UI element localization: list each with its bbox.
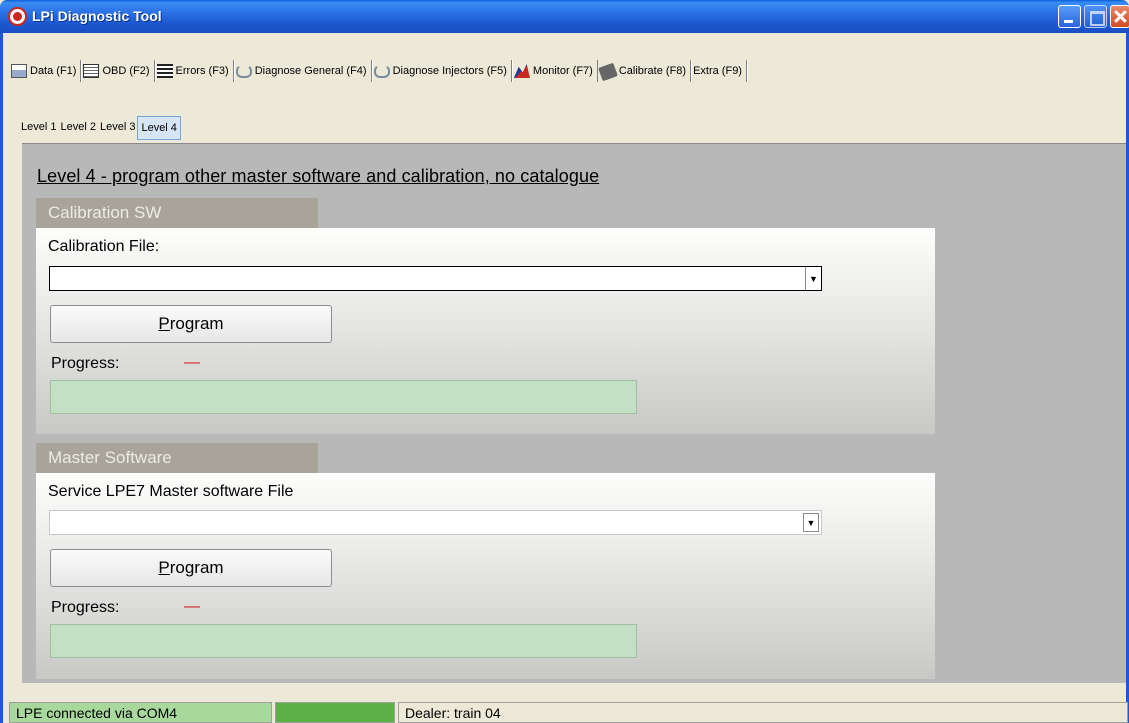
master-progress-bar (50, 624, 637, 658)
stethoscope-icon (235, 64, 252, 78)
tab-calibrate[interactable]: Calibrate (F8) (597, 60, 692, 82)
calibration-file-label: Calibration File: (48, 238, 160, 255)
master-software-group: Service LPE7 Master software File ▼ Prog… (36, 473, 935, 679)
status-bar: LPE connected via COM4 Dealer: train 04 (0, 694, 1129, 723)
tab-level-1[interactable]: Level 1 (19, 116, 58, 140)
calibration-group: Calibration File: ▼ Program Progress: — (36, 228, 935, 434)
tab-label: Monitor (F7) (532, 65, 593, 77)
tab-label: Errors (F3) (175, 65, 229, 77)
title-bar: LPi Diagnostic Tool (0, 0, 1129, 33)
page-title: Level 4 - program other master software … (37, 166, 600, 186)
connection-indicator (275, 702, 395, 723)
button-label: rogram (169, 558, 224, 577)
master-progress-value: — (184, 598, 200, 615)
maximize-button[interactable] (1084, 5, 1107, 28)
dealer-status: Dealer: train 04 (398, 702, 1128, 723)
calibration-progress-bar (50, 380, 637, 414)
tab-diagnose-injectors[interactable]: Diagnose Injectors (F5) (372, 60, 512, 82)
tab-extra[interactable]: Extra (F9) (691, 60, 747, 82)
tab-level-4[interactable]: Level 4 (137, 116, 181, 140)
tab-label: Extra (F9) (693, 65, 742, 77)
dropdown-arrow-icon[interactable]: ▼ (805, 267, 821, 290)
tab-level-3[interactable]: Level 3 (98, 116, 137, 140)
tab-monitor[interactable]: Monitor (F7) (512, 60, 598, 82)
level-4-panel: Level 4 - program other master software … (22, 143, 1126, 683)
obd-icon (83, 64, 100, 78)
master-group-title: Master Software (36, 443, 318, 473)
tab-label: Diagnose Injectors (F5) (392, 65, 507, 77)
tab-label: Diagnose General (F4) (254, 65, 367, 77)
tab-data[interactable]: Data (F1) (9, 60, 82, 82)
calibration-progress-label: Progress: (51, 355, 120, 372)
minimize-button[interactable] (1058, 5, 1081, 28)
tab-diagnose-general[interactable]: Diagnose General (F4) (234, 60, 372, 82)
main-tab-strip: Data (F1) OBD (F2) Errors (F3) Diagnose … (0, 33, 1129, 89)
tab-level-2[interactable]: Level 2 (58, 116, 97, 140)
button-mnemonic: P (158, 314, 170, 333)
calibration-progress-value: — (184, 354, 200, 371)
tab-label: OBD (F2) (102, 65, 150, 77)
master-progress-label: Progress: (51, 599, 120, 616)
level-tab-strip: Level 1 Level 2 Level 3 Level 4 (19, 116, 181, 140)
window-title: LPi Diagnostic Tool (32, 8, 162, 24)
calibration-group-title: Calibration SW (36, 198, 318, 228)
master-file-select[interactable]: ▼ (49, 510, 822, 535)
calibration-file-select[interactable]: ▼ (49, 266, 822, 291)
client-area: Level 1 Level 2 Level 3 Level 4 Level 4 … (0, 89, 1129, 694)
chip-icon (597, 62, 618, 82)
tab-obd[interactable]: OBD (F2) (81, 60, 155, 82)
dropdown-arrow-icon[interactable]: ▼ (803, 513, 819, 532)
monitor-chart-icon (513, 64, 530, 78)
tab-label: Data (F1) (30, 65, 77, 77)
master-program-button[interactable]: Program (50, 549, 332, 587)
errors-icon (156, 64, 173, 78)
button-label: rogram (169, 314, 224, 333)
tab-errors[interactable]: Errors (F3) (155, 60, 234, 82)
stethoscope-icon (373, 64, 390, 78)
close-button[interactable] (1110, 5, 1129, 28)
calibration-program-button[interactable]: Program (50, 305, 332, 343)
tab-label: Calibrate (F8) (618, 65, 687, 77)
app-logo-icon (8, 7, 27, 26)
connection-status: LPE connected via COM4 (9, 702, 272, 723)
button-mnemonic: P (158, 558, 170, 577)
data-icon (11, 64, 27, 78)
master-file-label: Service LPE7 Master software File (48, 483, 294, 500)
